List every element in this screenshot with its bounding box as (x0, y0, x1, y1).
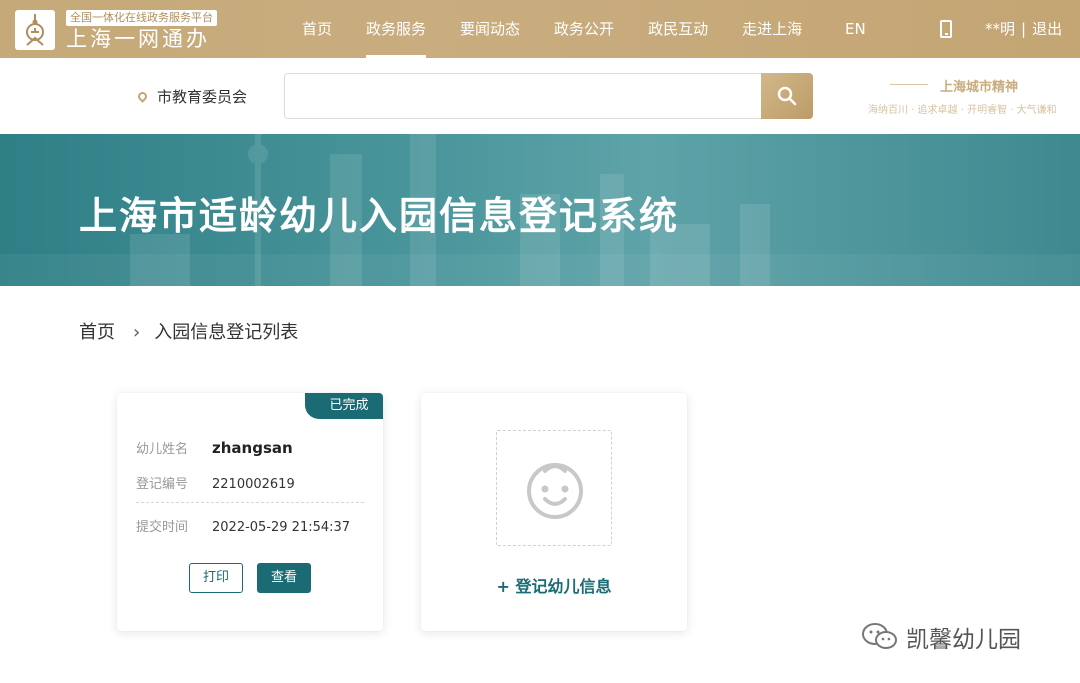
registration-record-card: 已完成 幼儿姓名 zhangsan 登记编号 2210002619 提交时间 2022… (117, 393, 383, 631)
logo-emblem-icon (26, 14, 44, 46)
child-name-label: 幼儿姓名 (136, 442, 189, 457)
logout-link[interactable]: 退出 (1032, 20, 1062, 38)
breadcrumb-current: 入园信息登记列表 (154, 322, 299, 343)
baby-face-icon (527, 463, 583, 519)
page-title: 上海市适龄幼儿入园信息登记系统 (79, 194, 680, 238)
breadcrumb: 首页 › 入园信息登记列表 (79, 318, 298, 344)
shanghai-logo-icon[interactable] (15, 10, 55, 50)
user-separator: | (1021, 20, 1027, 38)
wechat-watermark: 凯馨幼儿园 (862, 620, 1021, 654)
nav-item-about-shanghai[interactable]: 走进上海 (725, 0, 819, 58)
child-avatar-placeholder[interactable] (496, 430, 612, 546)
add-child-link[interactable]: + 登记幼儿信息 (421, 573, 687, 597)
search-icon (777, 86, 797, 106)
city-spirit-title: 上海城市精神 (868, 76, 1080, 95)
mobile-phone-icon[interactable] (940, 20, 952, 38)
user-area: **明 | 退出 (985, 0, 1062, 58)
submit-time-value: 2022-05-29 21:54:37 (212, 520, 351, 535)
language-switch[interactable]: EN (845, 0, 866, 58)
nav-item-interaction[interactable]: 政民互动 (631, 0, 725, 58)
user-name[interactable]: **明 (985, 20, 1015, 38)
registration-id-field: 登记编号 2210002619 (136, 473, 295, 492)
main-nav: 首页 政务服务 要闻动态 政务公开 政民互动 走进上海 (285, 0, 819, 58)
submit-time-label: 提交时间 (136, 520, 189, 535)
chevron-right-icon: › (133, 322, 141, 343)
child-name-value: zhangsan (212, 439, 293, 457)
registration-id-value: 2210002619 (212, 477, 295, 492)
search-row: 市教育委员会 上海城市精神 海纳百川 · 追求卓越 · 开明睿智 · 大气谦和 (0, 58, 1080, 134)
child-name-field: 幼儿姓名 zhangsan (136, 438, 293, 457)
nav-item-public-affairs[interactable]: 政务公开 (537, 0, 631, 58)
page-banner: 上海市适龄幼儿入园信息登记系统 (0, 134, 1080, 286)
search-input[interactable] (284, 73, 762, 119)
wechat-icon (862, 623, 897, 649)
breadcrumb-home[interactable]: 首页 (79, 322, 115, 343)
search-button[interactable] (761, 73, 813, 119)
watermark-text: 凯馨幼儿园 (906, 627, 1021, 653)
nav-item-home[interactable]: 首页 (285, 0, 349, 58)
nav-item-government-services[interactable]: 政务服务 (349, 0, 443, 58)
view-button[interactable]: 查看 (257, 563, 311, 593)
logo-name[interactable]: 上海一网通办 (66, 27, 210, 51)
print-button[interactable]: 打印 (189, 563, 243, 593)
logo-tagline: 全国一体化在线政务服务平台 (66, 10, 217, 26)
location-pin-icon (136, 90, 149, 103)
nav-item-news[interactable]: 要闻动态 (443, 0, 537, 58)
submit-time-field: 提交时间 2022-05-29 21:54:37 (136, 516, 350, 535)
add-child-card[interactable]: + 登记幼儿信息 (421, 393, 687, 631)
top-navigation-bar: 全国一体化在线政务服务平台 上海一网通办 首页 政务服务 要闻动态 政务公开 政… (0, 0, 1080, 58)
registration-id-label: 登记编号 (136, 477, 189, 492)
card-divider (136, 502, 364, 503)
city-spirit-subtitle: 海纳百川 · 追求卓越 · 开明睿智 · 大气谦和 (868, 105, 1057, 116)
location-selector[interactable]: 市教育委员会 (136, 86, 248, 107)
location-label: 市教育委员会 (157, 88, 248, 106)
status-badge: 已完成 (305, 393, 383, 419)
city-spirit: 上海城市精神 海纳百川 · 追求卓越 · 开明睿智 · 大气谦和 (868, 76, 1080, 116)
